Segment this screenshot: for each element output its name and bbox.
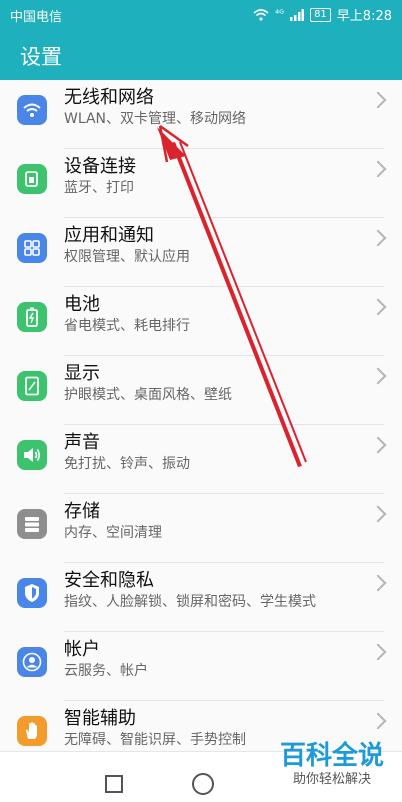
app-header: 设置	[0, 28, 402, 80]
status-bar: 中国电信 ⁴ᴳ 81 早上8:28	[0, 0, 402, 28]
settings-item-wireless-network[interactable]: 无线和网络 WLAN、双卡管理、移动网络	[0, 80, 402, 149]
chevron-right-icon	[369, 229, 387, 247]
item-title: 无线和网络	[64, 87, 154, 108]
item-title: 声音	[64, 432, 100, 453]
settings-item-device-connection[interactable]: 设备连接 蓝牙、打印	[0, 149, 402, 218]
display-icon	[17, 371, 47, 401]
settings-item-sound[interactable]: 声音 免打扰、铃声、振动	[0, 425, 402, 494]
wifi-status-icon	[253, 8, 269, 21]
chevron-right-icon	[369, 436, 387, 454]
item-subtitle: 云服务、帐户	[64, 663, 148, 679]
settings-item-account[interactable]: 帐户 云服务、帐户	[0, 632, 402, 701]
settings-item-apps-notifications[interactable]: 应用和通知 权限管理、默认应用	[0, 218, 402, 287]
item-subtitle: 免打扰、铃声、振动	[64, 456, 190, 472]
settings-item-display[interactable]: 显示 护眼模式、桌面风格、壁纸	[0, 356, 402, 425]
chevron-right-icon	[369, 712, 387, 730]
watermark-subtitle: 助你轻松解决	[292, 772, 371, 787]
item-subtitle: WLAN、双卡管理、移动网络	[64, 111, 247, 127]
network-type-label: ⁴ᴳ	[275, 9, 285, 20]
item-subtitle: 权限管理、默认应用	[64, 249, 190, 265]
signal-icon	[290, 8, 305, 21]
chevron-right-icon	[369, 298, 387, 316]
item-title: 智能辅助	[64, 708, 136, 729]
item-title: 帐户	[64, 639, 100, 660]
settings-item-storage[interactable]: 存储 内存、空间清理	[0, 494, 402, 563]
chevron-right-icon	[369, 367, 387, 385]
item-subtitle: 护眼模式、桌面风格、壁纸	[64, 387, 232, 403]
item-title: 设备连接	[64, 156, 136, 177]
battery-indicator: 81	[310, 7, 331, 22]
settings-list: 无线和网络 WLAN、双卡管理、移动网络 设备连接 蓝牙、打印 应用和通知 权限…	[0, 80, 402, 750]
home-circle-icon[interactable]	[192, 773, 214, 795]
watermark: 百科全说 助你轻松解决	[276, 741, 388, 789]
account-icon	[17, 647, 47, 677]
chevron-right-icon	[369, 160, 387, 178]
settings-item-battery[interactable]: 电池 省电模式、耗电排行	[0, 287, 402, 356]
wifi-icon	[17, 95, 47, 125]
watermark-title: 百科全说	[279, 741, 384, 771]
item-title: 安全和隐私	[64, 570, 154, 591]
item-subtitle: 无障碍、智能识屏、手势控制	[64, 732, 246, 748]
item-title: 应用和通知	[64, 225, 154, 246]
chevron-right-icon	[369, 505, 387, 523]
battery-icon	[17, 302, 47, 332]
status-icons: ⁴ᴳ 81 早上8:28	[253, 5, 392, 24]
recents-square-icon[interactable]	[105, 775, 123, 793]
item-subtitle: 蓝牙、打印	[64, 180, 134, 196]
item-subtitle: 内存、空间清理	[64, 525, 162, 541]
chevron-right-icon	[369, 574, 387, 592]
speaker-icon	[17, 440, 47, 470]
clock: 早上8:28	[336, 9, 392, 24]
item-title: 显示	[64, 363, 100, 384]
item-subtitle: 指纹、人脸解锁、锁屏和密码、学生模式	[64, 594, 316, 610]
item-subtitle: 省电模式、耗电排行	[64, 318, 190, 334]
storage-icon	[17, 509, 47, 539]
apps-grid-icon	[17, 233, 47, 263]
item-title: 存储	[64, 501, 100, 522]
hand-icon	[17, 716, 47, 746]
device-connect-icon	[17, 164, 47, 194]
carrier-label: 中国电信	[10, 10, 63, 25]
chevron-right-icon	[369, 643, 387, 661]
shield-icon	[17, 578, 47, 608]
settings-item-security-privacy[interactable]: 安全和隐私 指纹、人脸解锁、锁屏和密码、学生模式	[0, 563, 402, 632]
page-title: 设置	[20, 45, 62, 69]
chevron-right-icon	[369, 91, 387, 109]
item-title: 电池	[64, 294, 100, 315]
